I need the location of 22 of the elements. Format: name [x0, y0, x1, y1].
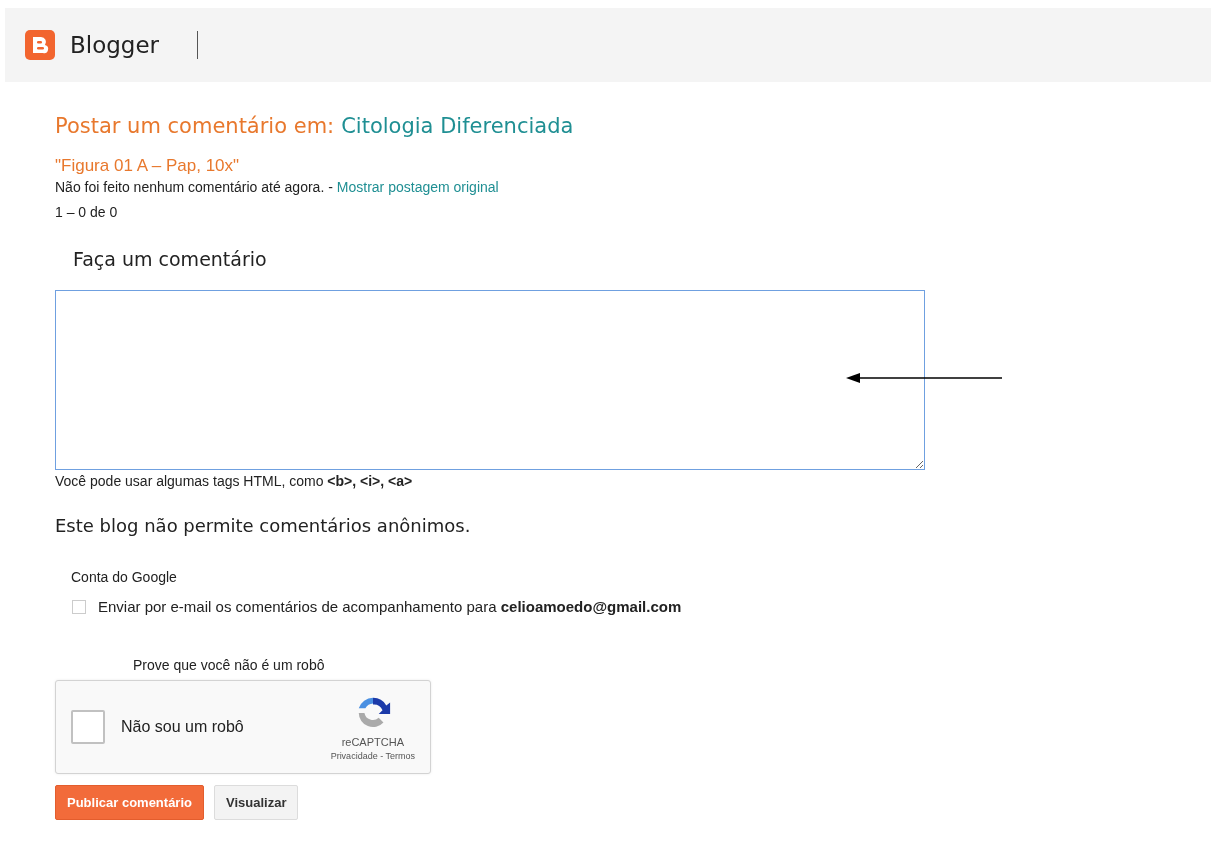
page-heading: Postar um comentário em: [55, 114, 335, 138]
comment-field[interactable] [55, 290, 925, 470]
account-label: Conta do Google [71, 569, 178, 585]
anonymous-notice: Este blog não permite comentários anônimos. [55, 515, 472, 536]
comment-count: 1 – 0 de 0 [55, 204, 119, 220]
form-title: Faça um comentário [73, 248, 268, 270]
privacy-terms-links[interactable]: Privacidade - Termos [330, 750, 415, 761]
blog-link[interactable]: Citologia Diferenciada [341, 114, 574, 138]
preview-button[interactable]: Visualizar [214, 785, 299, 820]
follow-up-checkbox[interactable] [72, 599, 86, 614]
recaptcha-brand: reCAPTCHA [341, 735, 404, 748]
blogger-logo-icon [25, 30, 55, 60]
follow-up-label: Enviar por e-mail os comentários de acompanhamento para celioamoedo@gmail.com [98, 598, 682, 615]
captcha-label: Não sou um robô [121, 718, 245, 736]
captcha-checkbox[interactable] [71, 710, 105, 744]
post-title: "Figura 01 A – Pap, 10x" [55, 156, 241, 176]
show-original-link[interactable]: Mostrar postagem original [336, 179, 499, 195]
publish-button[interactable]: Publicar comentário [55, 785, 204, 820]
captcha-prompt: Prove que você não é um robô [133, 657, 326, 673]
html-tags-hint: Você pode usar algumas tags HTML, como <b>, <i>, <a> [55, 473, 414, 489]
no-comments-text: Não foi feito nenhum comentário até agora. - [55, 179, 333, 195]
brand-name: Blogger [70, 32, 160, 58]
